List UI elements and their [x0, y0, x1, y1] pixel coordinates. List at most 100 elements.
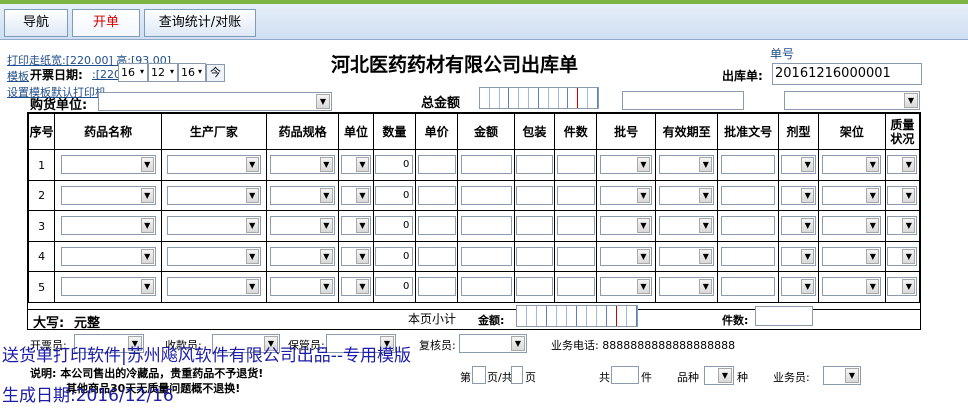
- buyer-select[interactable]: ▼: [98, 92, 332, 111]
- chevron-down-icon[interactable]: ▼: [636, 279, 650, 295]
- cell-select[interactable]: ▼: [658, 216, 715, 236]
- chevron-down-icon[interactable]: ▼: [902, 157, 916, 173]
- extra-select[interactable]: ▼: [784, 91, 920, 110]
- cell-select[interactable]: ▼: [887, 185, 918, 205]
- template-size-link[interactable]: :[220: [92, 68, 121, 81]
- template-link[interactable]: 模板: [7, 68, 29, 84]
- chevron-down-icon[interactable]: ▼: [245, 157, 259, 173]
- page-current-field[interactable]: [472, 366, 486, 384]
- cell-select[interactable]: ▼: [341, 185, 371, 205]
- cell-input[interactable]: [417, 185, 456, 205]
- cell-input[interactable]: [516, 277, 553, 297]
- cell-input[interactable]: [556, 216, 595, 236]
- chevron-down-icon[interactable]: ▼: [319, 157, 333, 173]
- chevron-down-icon[interactable]: ▼: [245, 218, 259, 234]
- chevron-down-icon[interactable]: ▼: [140, 279, 154, 295]
- cell-select[interactable]: ▼: [887, 246, 918, 266]
- chevron-down-icon[interactable]: ▼: [319, 248, 333, 264]
- cell-select[interactable]: ▼: [270, 277, 335, 297]
- chevron-down-icon[interactable]: ▼: [245, 187, 259, 203]
- total-amount-grid[interactable]: [479, 87, 599, 109]
- spinner-arrow-icon[interactable]: ▾: [137, 65, 147, 80]
- cell-select[interactable]: ▼: [822, 246, 882, 266]
- cell-select[interactable]: ▼: [658, 246, 715, 266]
- chevron-down-icon[interactable]: ▼: [718, 368, 732, 383]
- chevron-down-icon[interactable]: ▼: [245, 248, 259, 264]
- chevron-down-icon[interactable]: ▼: [699, 157, 713, 173]
- chevron-down-icon[interactable]: ▼: [902, 279, 916, 295]
- cell-select[interactable]: ▼: [780, 185, 817, 205]
- quantity-input[interactable]: 0: [375, 155, 414, 175]
- chevron-down-icon[interactable]: ▼: [356, 157, 369, 173]
- cell-input[interactable]: [556, 277, 595, 297]
- chevron-down-icon[interactable]: ▼: [699, 248, 713, 264]
- cell-select[interactable]: ▼: [167, 185, 261, 205]
- order-no-field[interactable]: 20161216000001: [772, 63, 922, 85]
- chevron-down-icon[interactable]: ▼: [356, 279, 369, 295]
- cell-select[interactable]: ▼: [780, 246, 817, 266]
- cell-select[interactable]: ▼: [658, 185, 715, 205]
- chevron-down-icon[interactable]: ▼: [902, 218, 916, 234]
- cell-select[interactable]: ▼: [600, 216, 652, 236]
- chevron-down-icon[interactable]: ▼: [699, 187, 713, 203]
- chevron-down-icon[interactable]: ▼: [140, 248, 154, 264]
- subtotal-amount-grid[interactable]: [516, 305, 638, 327]
- cell-input[interactable]: [417, 155, 456, 175]
- chevron-down-icon[interactable]: ▼: [356, 218, 369, 234]
- cell-input[interactable]: [556, 155, 595, 175]
- chevron-down-icon[interactable]: ▼: [636, 157, 650, 173]
- spinner-arrow-icon[interactable]: ▾: [195, 65, 205, 80]
- cell-select[interactable]: ▼: [60, 246, 156, 266]
- cell-input[interactable]: [720, 246, 776, 266]
- cell-input[interactable]: [460, 185, 512, 205]
- cell-select[interactable]: ▼: [600, 185, 652, 205]
- cell-input[interactable]: [720, 216, 776, 236]
- cell-select[interactable]: ▼: [167, 277, 261, 297]
- total-amount-field[interactable]: [622, 91, 744, 110]
- quantity-input[interactable]: 0: [375, 246, 414, 266]
- cell-input[interactable]: [417, 277, 456, 297]
- chevron-down-icon[interactable]: ▼: [866, 248, 880, 264]
- chevron-down-icon[interactable]: ▼: [636, 248, 650, 264]
- chevron-down-icon[interactable]: ▼: [866, 187, 880, 203]
- chevron-down-icon[interactable]: ▼: [636, 218, 650, 234]
- chevron-down-icon[interactable]: ▼: [699, 218, 713, 234]
- cell-input[interactable]: [417, 246, 456, 266]
- cell-input[interactable]: [720, 155, 776, 175]
- cell-select[interactable]: ▼: [658, 277, 715, 297]
- date-day2-spinner[interactable]: 16 ▾: [178, 63, 206, 82]
- quantity-input[interactable]: 0: [375, 277, 414, 297]
- cell-select[interactable]: ▼: [60, 155, 156, 175]
- cell-input[interactable]: [460, 216, 512, 236]
- cell-select[interactable]: ▼: [822, 216, 882, 236]
- cell-select[interactable]: ▼: [341, 246, 371, 266]
- chevron-down-icon[interactable]: ▼: [866, 157, 880, 173]
- cell-input[interactable]: [460, 277, 512, 297]
- cell-input[interactable]: [556, 246, 595, 266]
- cell-select[interactable]: ▼: [167, 216, 261, 236]
- cell-select[interactable]: ▼: [341, 277, 371, 297]
- cell-input[interactable]: [516, 246, 553, 266]
- today-button[interactable]: 今: [206, 64, 225, 82]
- cell-select[interactable]: ▼: [270, 185, 335, 205]
- cell-select[interactable]: ▼: [780, 277, 817, 297]
- variety-select[interactable]: ▼: [704, 366, 734, 385]
- chevron-down-icon[interactable]: ▼: [319, 279, 333, 295]
- tab-navigation[interactable]: 导航: [4, 9, 68, 37]
- pieces-field[interactable]: [755, 306, 813, 326]
- reviewer-select[interactable]: ▼: [459, 334, 527, 353]
- chevron-down-icon[interactable]: ▼: [902, 248, 916, 264]
- cell-select[interactable]: ▼: [341, 155, 371, 175]
- cell-select[interactable]: ▼: [60, 277, 156, 297]
- chevron-down-icon[interactable]: ▼: [356, 248, 369, 264]
- chevron-down-icon[interactable]: ▼: [801, 218, 815, 234]
- tab-open-order[interactable]: 开单: [72, 9, 140, 37]
- chevron-down-icon[interactable]: ▼: [245, 279, 259, 295]
- chevron-down-icon[interactable]: ▼: [140, 218, 154, 234]
- chevron-down-icon[interactable]: ▼: [902, 187, 916, 203]
- cell-select[interactable]: ▼: [600, 155, 652, 175]
- chevron-down-icon[interactable]: ▼: [801, 157, 815, 173]
- cell-select[interactable]: ▼: [167, 155, 261, 175]
- date-day-spinner[interactable]: 16 ▾: [118, 63, 148, 82]
- chevron-down-icon[interactable]: ▼: [636, 187, 650, 203]
